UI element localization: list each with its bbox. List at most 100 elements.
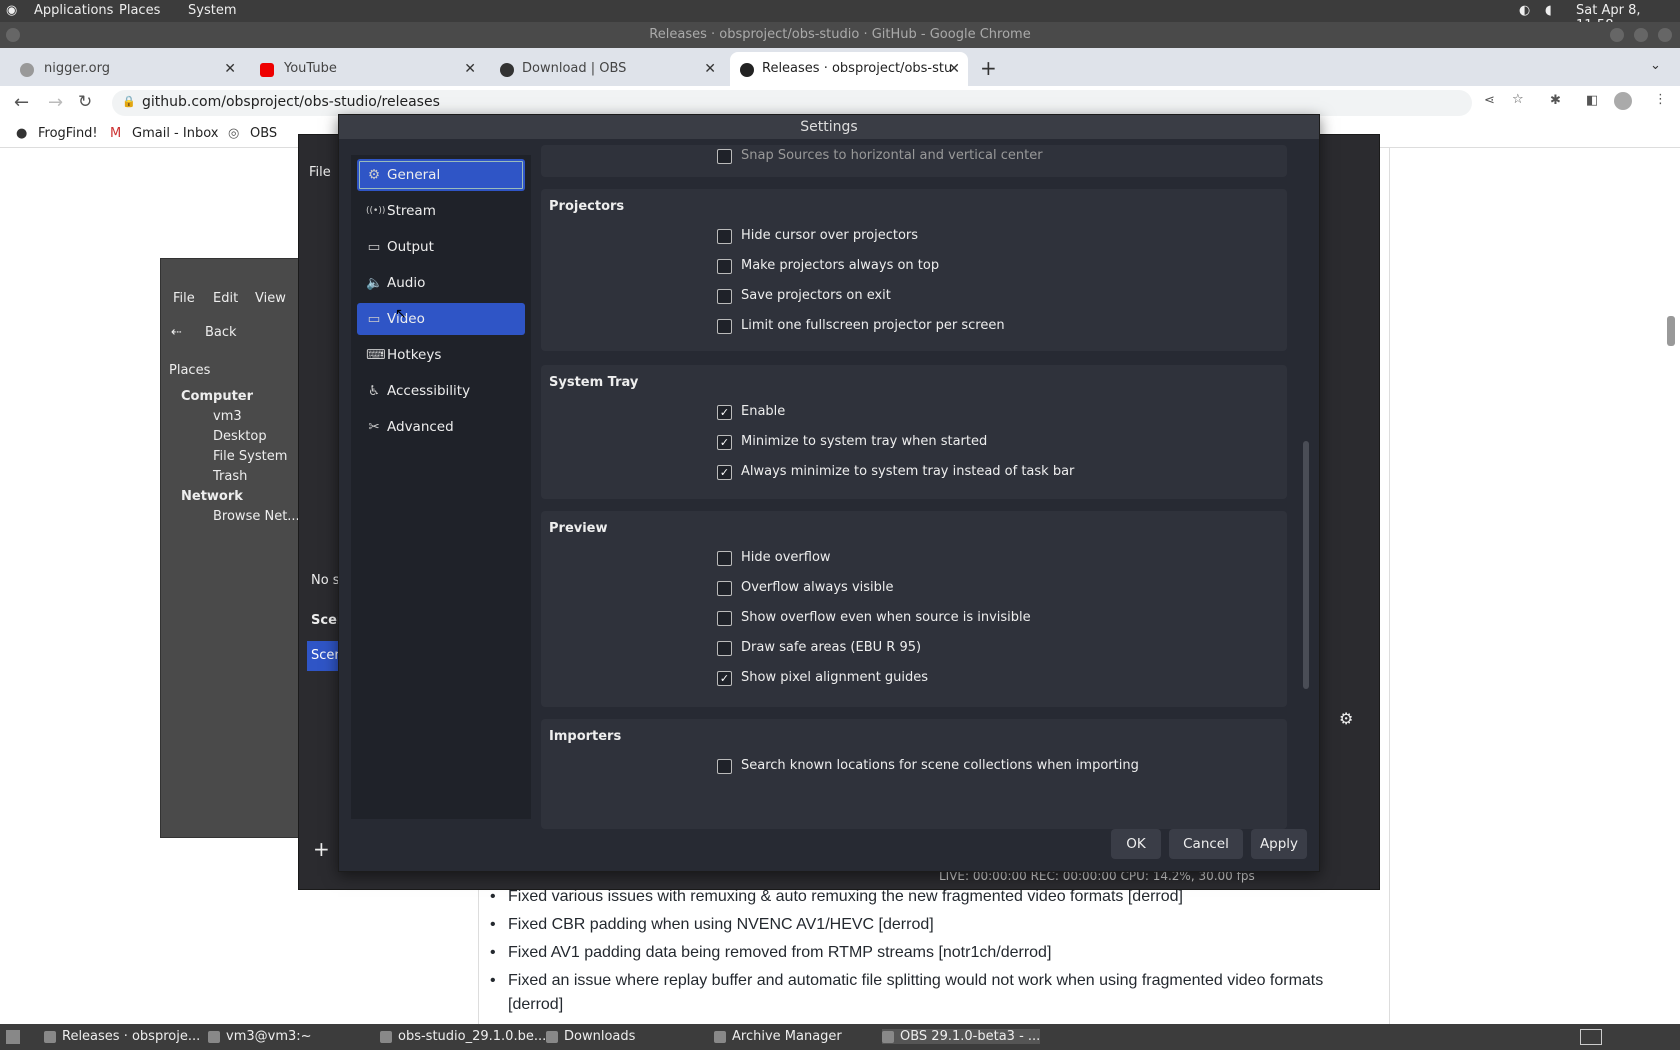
checkbox[interactable] — [717, 641, 732, 656]
applications-menu[interactable]: Applications — [34, 3, 113, 18]
page-scrollbar[interactable] — [1667, 316, 1675, 346]
option-row[interactable]: Show overflow even when source is invisi… — [717, 609, 1031, 627]
share-icon[interactable]: ⋖ — [1484, 93, 1495, 108]
tab[interactable]: nigger.org ✕ — [0, 52, 244, 86]
option-row[interactable]: Overflow always visible — [717, 579, 894, 597]
checkbox[interactable] — [717, 229, 732, 244]
address-bar[interactable]: 🔒 github.com/obsproject/obs-studio/relea… — [112, 90, 1524, 116]
volume-icon[interactable]: ◖ — [1545, 3, 1552, 18]
place-item[interactable]: File System — [213, 449, 287, 464]
nav-stream[interactable]: ((•)) Stream — [357, 195, 525, 227]
settings-scrollbar[interactable] — [1303, 441, 1309, 689]
checkbox[interactable] — [717, 581, 732, 596]
nav-hotkeys[interactable]: ⌨ Hotkeys — [357, 339, 525, 371]
taskbar-item[interactable]: Archive Manager — [714, 1029, 842, 1044]
checkbox-checked[interactable]: ✓ — [717, 671, 732, 686]
checkbox-checked[interactable]: ✓ — [717, 435, 732, 450]
file-menu[interactable]: File — [173, 291, 195, 306]
close-icon[interactable]: ✕ — [224, 52, 236, 86]
profile-avatar[interactable] — [1614, 92, 1632, 110]
places-menu[interactable]: Places — [119, 3, 160, 18]
nav-advanced[interactable]: ✂ Advanced — [357, 411, 525, 443]
option-row[interactable]: ✓ Always minimize to system tray instead … — [717, 463, 1074, 481]
checkbox-checked[interactable]: ✓ — [717, 405, 732, 420]
taskbar-item[interactable]: Releases · obsproje... — [44, 1029, 200, 1044]
obs-file-menu[interactable]: File — [309, 165, 331, 180]
nav-audio[interactable]: 🔈 Audio — [357, 267, 525, 299]
network-icon[interactable]: ◐ — [1519, 3, 1530, 18]
extensions-icon[interactable]: ✱ — [1550, 93, 1561, 108]
edit-menu[interactable]: Edit — [213, 291, 238, 306]
checkbox[interactable] — [717, 289, 732, 304]
dialog-title: Settings — [339, 115, 1319, 139]
checkbox[interactable] — [717, 319, 732, 334]
taskbar-item[interactable]: vm3@vm3:~ — [208, 1029, 312, 1044]
option-row[interactable]: Limit one fullscreen projector per scree… — [717, 317, 1005, 335]
nav-video[interactable]: ▭ Video — [357, 303, 525, 335]
back-icon[interactable]: ← — [14, 92, 29, 113]
new-tab-button[interactable]: + — [980, 56, 997, 80]
tab-active[interactable]: Releases · obsproject/obs-stu ✕ — [730, 52, 968, 86]
show-desktop-icon[interactable] — [6, 1030, 20, 1044]
close-window-button[interactable] — [1658, 28, 1672, 42]
star-icon[interactable]: ☆ — [1512, 92, 1524, 107]
window-menu-button[interactable] — [6, 28, 20, 42]
distro-icon[interactable]: ◉ — [6, 3, 17, 18]
close-icon[interactable]: ✕ — [948, 52, 960, 86]
reload-icon[interactable]: ↻ — [78, 92, 92, 112]
option-row[interactable]: Search known locations for scene collect… — [717, 757, 1139, 775]
add-scene-button[interactable]: + — [313, 837, 330, 861]
bookmark[interactable]: FrogFind! — [38, 126, 98, 141]
minimize-button[interactable] — [1610, 28, 1624, 42]
option-row[interactable]: ✓ Enable — [717, 403, 785, 421]
option-row[interactable]: Save projectors on exit — [717, 287, 891, 305]
close-icon[interactable]: ✕ — [704, 52, 716, 86]
checkbox-checked[interactable]: ✓ — [717, 465, 732, 480]
bookmark[interactable]: OBS — [250, 126, 277, 141]
projectors-group: Projectors Hide cursor over projectors Mak… — [541, 189, 1287, 351]
view-menu[interactable]: View — [255, 291, 286, 306]
option-row[interactable]: Make projectors always on top — [717, 257, 939, 275]
place-item[interactable]: Browse Net... — [213, 509, 300, 524]
close-icon[interactable]: ✕ — [464, 52, 476, 86]
checkbox[interactable] — [717, 551, 732, 566]
nav-general[interactable]: ⚙ General — [357, 159, 525, 191]
url-text[interactable]: github.com/obsproject/obs-studio/release… — [142, 94, 440, 110]
settings-gear-icon[interactable]: ⚙ — [1339, 709, 1353, 728]
option-row[interactable]: Snap Sources to horizontal and vertical … — [717, 147, 1043, 165]
workspace-switcher[interactable] — [1580, 1029, 1602, 1045]
frogfind-icon: ● — [16, 126, 28, 141]
checkbox[interactable] — [717, 759, 732, 774]
checkbox[interactable] — [717, 259, 732, 274]
option-row[interactable]: Hide overflow — [717, 549, 831, 567]
bookmark[interactable]: Gmail - Inbox — [132, 126, 218, 141]
tab[interactable]: YouTube ✕ — [244, 52, 484, 86]
checkbox[interactable] — [717, 611, 732, 626]
place-item[interactable]: Trash — [213, 469, 247, 484]
maximize-button[interactable] — [1634, 28, 1648, 42]
cancel-button[interactable]: Cancel — [1169, 829, 1243, 859]
option-row[interactable]: Draw safe areas (EBU R 95) — [717, 639, 921, 657]
option-row[interactable]: ✓ Show pixel alignment guides — [717, 669, 928, 687]
tab-search-icon[interactable]: ⌄ — [1650, 58, 1661, 73]
system-menu[interactable]: System — [188, 3, 236, 18]
ok-button[interactable]: OK — [1111, 829, 1161, 859]
option-row[interactable]: ✓ Minimize to system tray when started — [717, 433, 987, 451]
tab[interactable]: Download | OBS ✕ — [484, 52, 724, 86]
nav-accessibility[interactable]: ♿ Accessibility — [357, 375, 525, 407]
option-row[interactable]: Hide cursor over projectors — [717, 227, 918, 245]
back-button[interactable]: Back — [205, 325, 237, 340]
places-dropdown[interactable]: Places — [169, 363, 210, 378]
taskbar-item[interactable]: Downloads — [546, 1029, 635, 1044]
checkbox[interactable] — [717, 149, 732, 164]
taskbar-item-active[interactable]: OBS 29.1.0-beta3 - ... — [882, 1029, 1041, 1044]
sidepanel-icon[interactable]: ◧ — [1586, 93, 1598, 108]
forward-icon[interactable]: → — [48, 92, 63, 113]
place-item[interactable]: vm3 — [213, 409, 242, 424]
back-arrow-icon[interactable]: ⇠ — [171, 325, 182, 340]
taskbar-item[interactable]: obs-studio_29.1.0.be... — [380, 1029, 546, 1044]
apply-button[interactable]: Apply — [1251, 829, 1307, 859]
nav-output[interactable]: ▭ Output — [357, 231, 525, 263]
kebab-menu-icon[interactable]: ⋮ — [1654, 92, 1667, 107]
place-item[interactable]: Desktop — [213, 429, 267, 444]
